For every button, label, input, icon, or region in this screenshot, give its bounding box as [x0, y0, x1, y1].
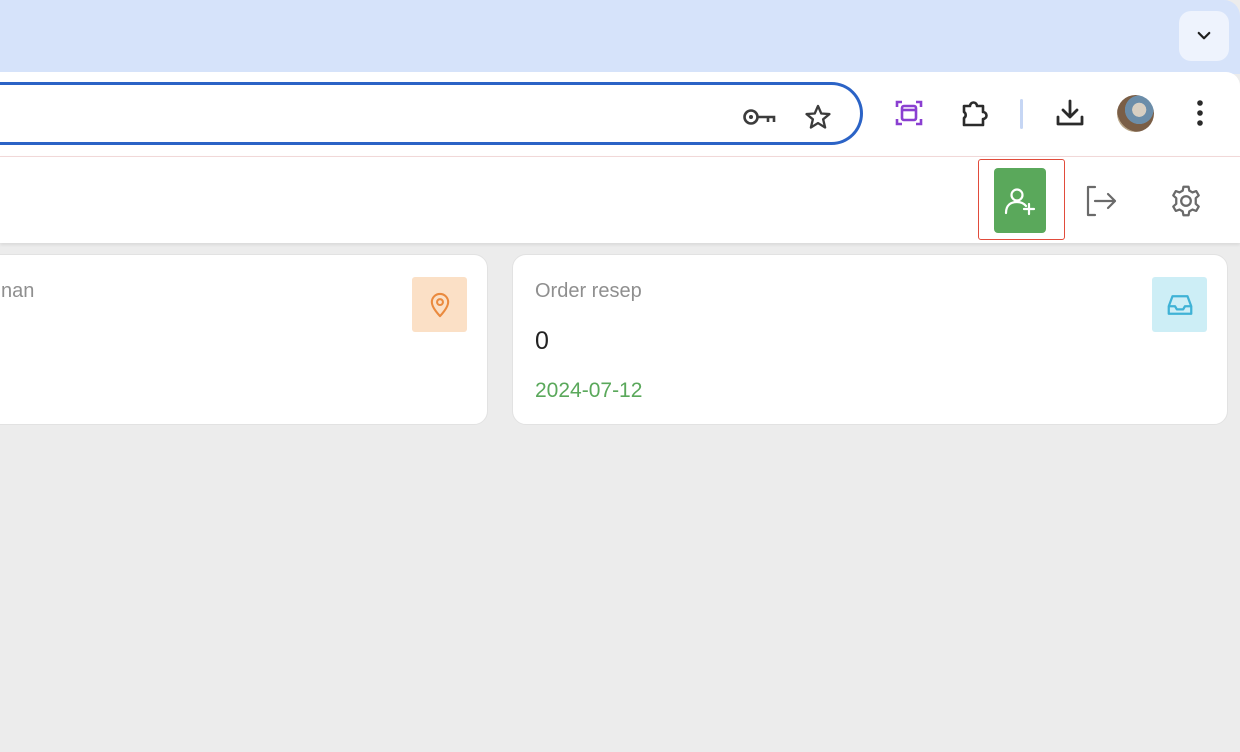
card-date: 2024-07-12 [535, 379, 643, 402]
card-icon-badge [1152, 277, 1207, 332]
logout-button[interactable] [1078, 179, 1122, 223]
logout-icon [1086, 185, 1117, 217]
card-title: Order resep [535, 280, 642, 302]
download-icon[interactable] [1049, 92, 1091, 134]
address-bar[interactable] [0, 82, 863, 145]
browser-toolbar [0, 72, 1240, 156]
app-header [0, 156, 1240, 243]
stat-card-order-resep: Order resep 0 2024-07-12 [512, 254, 1228, 425]
card-title: nan [1, 280, 35, 302]
chevron-down-icon [1197, 31, 1211, 40]
add-user-button[interactable] [994, 168, 1046, 233]
browser-window: nan Order resep 0 2024-07-12 [0, 0, 1240, 752]
add-user-icon [1004, 187, 1036, 215]
screenshot-icon[interactable] [888, 92, 930, 134]
more-vert-icon[interactable] [1179, 92, 1221, 134]
card-icon-badge [412, 277, 467, 332]
stat-card-1: nan [0, 254, 488, 425]
card-value: 0 [535, 327, 549, 355]
extensions-puzzle-icon[interactable] [954, 92, 996, 134]
avatar[interactable] [1117, 95, 1154, 132]
settings-gear-icon [1172, 185, 1200, 217]
map-pin-icon [430, 292, 449, 317]
inbox-icon [1167, 294, 1192, 315]
key-icon[interactable] [742, 99, 778, 135]
tab-strip [0, 0, 1240, 74]
star-icon[interactable] [800, 99, 836, 135]
settings-button[interactable] [1164, 179, 1208, 223]
toolbar-divider [1020, 99, 1023, 129]
tab-search-button[interactable] [1179, 11, 1229, 61]
